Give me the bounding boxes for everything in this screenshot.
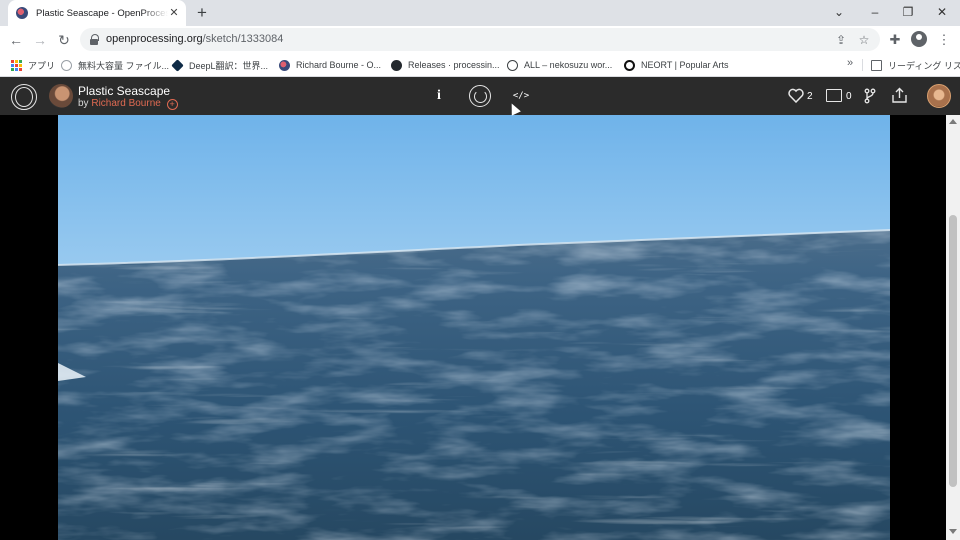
share-page-icon[interactable]: ⇪ — [832, 31, 850, 49]
url-text[interactable]: openprocessing.org/sketch/1333084 — [106, 33, 283, 45]
by-label: by — [78, 98, 89, 109]
github-icon — [391, 59, 402, 71]
reading-list-label: リーディング リスト — [888, 60, 960, 71]
openprocessing-icon — [279, 59, 290, 71]
info-icon[interactable]: i — [433, 88, 445, 104]
tab-close-icon[interactable]: ✕ — [168, 7, 180, 19]
url-host: openprocessing.org — [106, 33, 203, 45]
heart-icon[interactable] — [788, 88, 804, 103]
reload-button[interactable]: ↻ — [54, 30, 74, 50]
address-bar[interactable]: openprocessing.org/sketch/1333084 ⇪ ☆ — [80, 28, 880, 51]
lock-icon[interactable] — [90, 34, 99, 45]
browser-tab-active[interactable]: Plastic Seascape - OpenProcessing ✕ — [8, 0, 186, 26]
comment-count: 0 — [846, 91, 852, 102]
openprocessing-favicon-icon — [16, 7, 28, 19]
reading-list-icon — [871, 59, 882, 71]
bookmark-label: NEORT | Popular Arts — [641, 60, 729, 70]
minimize-button[interactable]: – — [858, 0, 892, 24]
sketch-canvas[interactable] — [58, 115, 890, 540]
fork-icon[interactable] — [862, 88, 878, 104]
bookmark-label: DeepL翻訳：世界... — [189, 60, 269, 71]
restart-sketch-icon[interactable] — [469, 85, 491, 107]
bookmark-label: Richard Bourne - O... — [296, 60, 382, 70]
bookmark-star-icon[interactable]: ☆ — [855, 31, 873, 49]
bookmark-label: アプリ — [28, 60, 56, 71]
close-window-button[interactable]: ✕ — [925, 0, 959, 24]
bookmarks-overflow-icon[interactable]: » — [847, 57, 853, 69]
bookmark-deepl[interactable]: DeepL翻訳：世界... — [171, 57, 269, 73]
browser-menu-icon[interactable]: ⋮ — [935, 31, 953, 49]
bookmark-label: ALL – nekosuzu wor... — [524, 60, 613, 70]
share-icon[interactable] — [891, 87, 908, 104]
bookmark-processing-releases[interactable]: Releases · processin... — [391, 57, 500, 73]
view-code-icon[interactable]: </> — [512, 90, 530, 102]
comment-icon[interactable] — [826, 89, 842, 102]
sketch-canvas-area — [0, 115, 960, 540]
new-tab-button[interactable]: + — [193, 4, 211, 22]
like-count: 2 — [807, 91, 813, 102]
sketch-header: Plastic Seascape by Richard Bourne + i <… — [0, 77, 960, 115]
back-button[interactable]: ← — [6, 30, 26, 50]
bookmark-apps[interactable]: アプリ — [11, 57, 55, 73]
browser-toolbar: ← → ↻ openprocessing.org/sketch/1333084 … — [0, 26, 960, 53]
nekosuzu-icon — [507, 59, 518, 71]
bookmarks-bar: アプリ 無料大容量 ファイル... DeepL翻訳：世界... Richard … — [0, 53, 960, 77]
url-path: /sketch/1333084 — [202, 33, 284, 45]
sketch-byline: by Richard Bourne + — [78, 98, 178, 110]
user-avatar[interactable] — [927, 84, 951, 108]
browser-profile-icon[interactable] — [911, 31, 927, 47]
bookmark-label: Releases · processin... — [408, 60, 500, 70]
restore-button[interactable]: ❐ — [891, 0, 925, 24]
reading-list-button[interactable]: リーディング リスト — [871, 57, 960, 73]
bookmarks-divider — [862, 59, 863, 71]
neort-icon — [624, 59, 635, 71]
scroll-down-arrow-icon[interactable] — [949, 529, 957, 534]
bookmark-file-upload[interactable]: 無料大容量 ファイル... — [61, 57, 169, 73]
openprocessing-logo-icon[interactable] — [11, 84, 37, 110]
page-scrollbar[interactable] — [946, 115, 960, 540]
bookmark-richard-bourne[interactable]: Richard Bourne - O... — [279, 57, 381, 73]
globe-icon — [61, 59, 72, 71]
tab-title: Plastic Seascape - OpenProcessing — [36, 7, 168, 19]
follow-plus-icon[interactable]: + — [166, 99, 178, 110]
author-avatar[interactable] — [49, 84, 73, 108]
tab-strip: Plastic Seascape - OpenProcessing ✕ + ⌄ … — [0, 0, 960, 26]
deepl-icon — [171, 58, 184, 72]
author-link[interactable]: Richard Bourne — [91, 98, 160, 109]
bookmark-label: 無料大容量 ファイル... — [78, 60, 170, 71]
sketch-title: Plastic Seascape — [78, 84, 171, 98]
bookmark-neort[interactable]: NEORT | Popular Arts — [624, 57, 729, 73]
bookmark-nekosuzu[interactable]: ALL – nekosuzu wor... — [507, 57, 612, 73]
extensions-icon[interactable]: ✚ — [886, 31, 904, 49]
forward-button[interactable]: → — [30, 30, 50, 50]
tab-search-button[interactable]: ⌄ — [822, 0, 856, 24]
scrollbar-thumb[interactable] — [949, 215, 957, 487]
scroll-up-arrow-icon[interactable] — [949, 119, 957, 124]
apps-grid-icon — [11, 59, 22, 71]
